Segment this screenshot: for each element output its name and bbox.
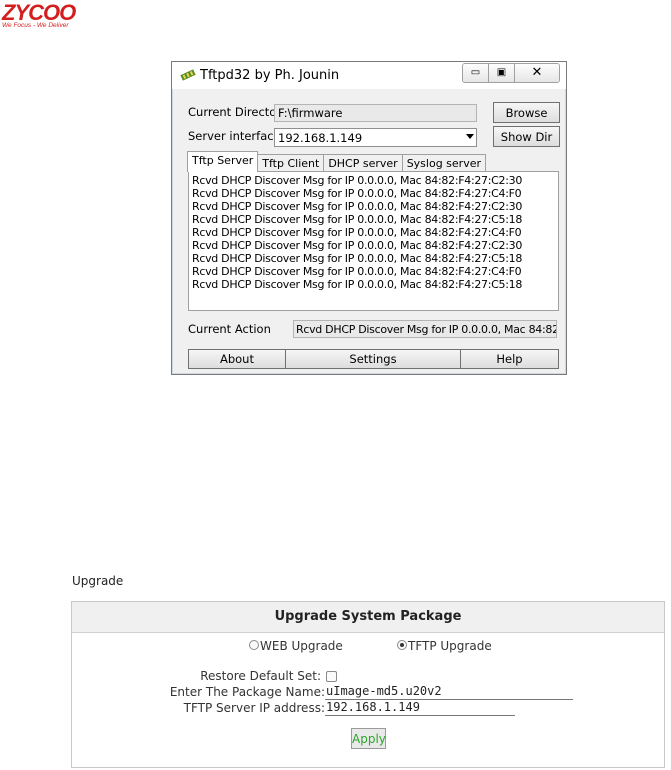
server-interface-value: 192.168.1.149	[278, 131, 363, 145]
tftp-ip-input[interactable]: 192.168.1.149	[325, 700, 515, 716]
log-line: Rcvd DHCP Discover Msg for IP 0.0.0.0, M…	[192, 187, 522, 200]
tftp-upgrade-radio[interactable]	[397, 640, 407, 650]
log-line: Rcvd DHCP Discover Msg for IP 0.0.0.0, M…	[192, 213, 523, 226]
window-titlebar[interactable]: Tftpd32 by Ph. Jounin ▭ ▣ ✕	[172, 62, 566, 89]
tftp-ip-label: TFTP Server IP address:	[183, 701, 325, 715]
tftp-upgrade-label[interactable]: TFTP Upgrade	[408, 639, 492, 653]
web-upgrade-radio[interactable]	[249, 640, 259, 650]
server-interface-select[interactable]: 192.168.1.149	[274, 128, 477, 147]
window-controls: ▭ ▣ ✕	[462, 63, 560, 83]
web-upgrade-label[interactable]: WEB Upgrade	[260, 639, 343, 653]
logo-tagline: We Focus - We Deliver	[2, 22, 69, 29]
maximize-button[interactable]: ▣	[489, 64, 515, 82]
tab-tftp-server[interactable]: Tftp Server	[187, 151, 259, 172]
current-action-field: Rcvd DHCP Discover Msg for IP 0.0.0.0, M…	[293, 320, 557, 338]
log-line: Rcvd DHCP Discover Msg for IP 0.0.0.0, M…	[192, 239, 523, 252]
minimize-button[interactable]: ▭	[463, 64, 489, 82]
restore-default-label: Restore Default Set:	[200, 669, 321, 683]
close-button[interactable]: ✕	[515, 64, 559, 82]
server-interface-label: Server interface	[188, 129, 281, 143]
log-line: Rcvd DHCP Discover Msg for IP 0.0.0.0, M…	[192, 278, 523, 291]
help-button[interactable]: Help	[460, 349, 559, 369]
chevron-down-icon	[466, 134, 474, 139]
log-line: Rcvd DHCP Discover Msg for IP 0.0.0.0, M…	[192, 252, 523, 265]
tab-tftp-client[interactable]: Tftp Client	[257, 154, 325, 172]
log-line: Rcvd DHCP Discover Msg for IP 0.0.0.0, M…	[192, 174, 523, 187]
log-line: Rcvd DHCP Discover Msg for IP 0.0.0.0, M…	[192, 265, 522, 278]
browse-button[interactable]: Browse	[493, 102, 560, 123]
package-name-input[interactable]: uImage-md5.u20v2	[325, 684, 573, 700]
about-button[interactable]: About	[188, 349, 286, 369]
log-line: Rcvd DHCP Discover Msg for IP 0.0.0.0, M…	[192, 226, 522, 239]
tftpd-app-icon	[180, 69, 196, 81]
restore-default-checkbox[interactable]	[326, 671, 337, 682]
zycoo-logo: ZYCOO We Focus - We Deliver	[0, 0, 120, 34]
tab-syslog-server[interactable]: Syslog server	[401, 154, 486, 172]
current-directory-label: Current Directory	[188, 105, 288, 119]
tab-dhcp-server[interactable]: DHCP server	[323, 154, 403, 172]
current-directory-field[interactable]: F:\firmware	[274, 104, 477, 122]
log-list[interactable]: Rcvd DHCP Discover Msg for IP 0.0.0.0, M…	[188, 171, 559, 311]
bottom-button-bar: About Settings Help	[188, 349, 559, 369]
window-title: Tftpd32 by Ph. Jounin	[200, 68, 340, 83]
tftpd32-window: Tftpd32 by Ph. Jounin ▭ ▣ ✕ Current Dire…	[171, 61, 567, 375]
settings-button[interactable]: Settings	[285, 349, 461, 369]
current-action-label: Current Action	[188, 322, 271, 336]
show-dir-button[interactable]: Show Dir	[493, 126, 560, 147]
log-line: Rcvd DHCP Discover Msg for IP 0.0.0.0, M…	[192, 200, 523, 213]
apply-button[interactable]: Apply	[351, 728, 386, 749]
panel-title: Upgrade System Package	[72, 602, 664, 633]
tab-bar: Tftp Server Tftp Client DHCP server Sysl…	[187, 151, 486, 172]
package-name-label: Enter The Package Name:	[169, 685, 325, 699]
upgrade-section-title: Upgrade	[72, 574, 124, 588]
